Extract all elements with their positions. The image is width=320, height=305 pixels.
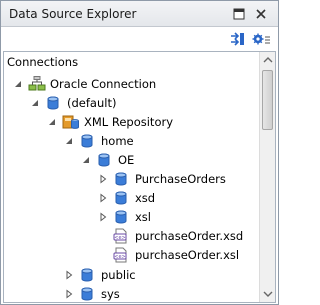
close-icon[interactable] — [253, 6, 269, 22]
scroll-up-icon[interactable] — [260, 52, 275, 68]
tree-node-label: purchaseOrder.xsl — [135, 248, 240, 263]
data-source-explorer-panel: Data Source Explorer Connections Oracle … — [0, 0, 279, 305]
svg-text:<e>: <e> — [114, 235, 125, 241]
tree-node[interactable]: XML Repository — [46, 112, 173, 131]
tree-node[interactable]: OE — [80, 150, 134, 169]
tree-node-label: (default) — [67, 95, 117, 110]
tree-node[interactable]: public — [63, 265, 136, 284]
tree-node-label: PurchaseOrders — [135, 172, 226, 186]
collapsed-arrow-icon[interactable] — [97, 211, 109, 223]
tree-node[interactable]: xsl — [97, 208, 151, 227]
tree-node[interactable]: Oracle Connection — [12, 74, 156, 93]
expanded-arrow-icon[interactable] — [46, 116, 58, 128]
panel-title: Data Source Explorer — [9, 7, 137, 21]
no-arrow — [97, 249, 109, 261]
tree-node-label: purchaseOrder.xsd — [135, 229, 244, 244]
scrollbar-thumb[interactable] — [262, 70, 273, 130]
tree-node-label: xsd — [135, 191, 156, 206]
xml-file-icon: <e> — [113, 228, 129, 244]
collapsed-arrow-icon[interactable] — [63, 269, 75, 281]
tree-node[interactable]: xsd — [97, 189, 155, 208]
database-icon — [113, 171, 129, 187]
view-settings-icon[interactable] — [251, 30, 270, 48]
tree-node-label: sys — [101, 286, 120, 301]
tree-node[interactable]: (default) — [29, 93, 116, 112]
collapsed-arrow-icon[interactable] — [97, 192, 109, 204]
title-bar: Data Source Explorer — [1, 1, 278, 27]
xml-file-icon: <e> — [113, 247, 129, 263]
scroll-down-icon[interactable] — [260, 286, 275, 302]
view-toolbar — [1, 27, 278, 51]
collapsed-arrow-icon[interactable] — [63, 288, 75, 300]
tree-node[interactable]: <e> purchaseOrder.xsd — [97, 227, 243, 246]
collapsed-arrow-icon[interactable] — [97, 173, 109, 185]
tree-node[interactable]: sys — [63, 284, 120, 302]
expanded-arrow-icon[interactable] — [29, 97, 41, 109]
vertical-scrollbar[interactable] — [259, 52, 275, 302]
tree-node[interactable]: home — [63, 131, 134, 150]
database-icon — [45, 95, 61, 111]
tree-node[interactable]: PurchaseOrders — [97, 170, 226, 189]
tree-node-label: xsl — [135, 210, 151, 225]
no-arrow — [97, 230, 109, 242]
database-icon — [96, 152, 112, 168]
database-icon — [79, 286, 95, 302]
tree-node-label: home — [101, 133, 134, 148]
svg-text:<e>: <e> — [114, 254, 125, 260]
tree-node-label: public — [101, 267, 136, 282]
connections-tree[interactable]: Connections Oracle Connection (default) XM… — [3, 51, 276, 303]
database-icon — [113, 209, 129, 225]
tree-node[interactable]: <e> purchaseOrder.xsl — [97, 246, 239, 265]
tree-node-label: OE — [118, 152, 135, 167]
tree-header: Connections — [7, 55, 79, 69]
database-icon — [79, 267, 95, 283]
tree-node-label: Oracle Connection — [50, 76, 157, 91]
minimize-icon[interactable] — [231, 6, 247, 22]
expanded-arrow-icon[interactable] — [63, 135, 75, 147]
database-icon — [113, 190, 129, 206]
expanded-arrow-icon[interactable] — [12, 78, 24, 90]
link-with-editor-icon[interactable] — [229, 30, 247, 48]
oracle-connection-icon — [28, 75, 46, 92]
xml-repository-icon — [62, 114, 79, 130]
tree-node-label: XML Repository — [84, 114, 174, 129]
expanded-arrow-icon[interactable] — [80, 154, 92, 166]
database-icon — [79, 133, 95, 149]
